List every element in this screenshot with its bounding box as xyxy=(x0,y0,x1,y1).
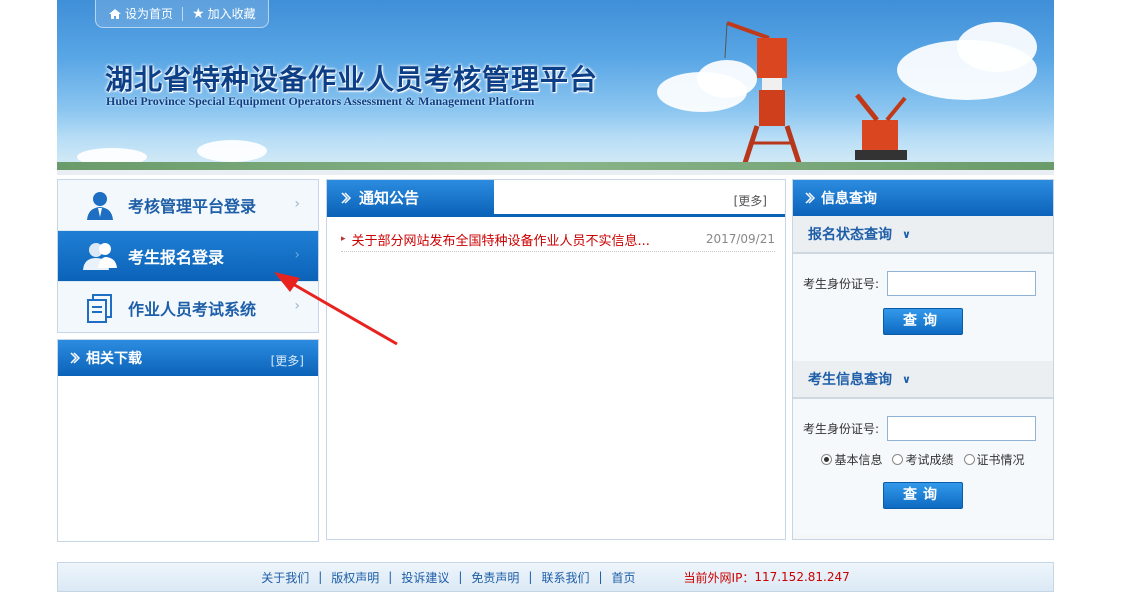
footer-link-home[interactable]: 首页 xyxy=(612,569,636,586)
footer-separator: | xyxy=(528,570,533,584)
footer-link-copyright[interactable]: 版权声明 xyxy=(331,569,379,586)
radio-basic-info[interactable]: 基本信息 xyxy=(821,451,882,468)
admin-platform-login-label: 考核管理平台登录 xyxy=(128,197,257,216)
chevron-right-icon: › xyxy=(294,247,300,263)
info-query-button[interactable]: 查询 xyxy=(883,482,963,509)
excavator-illustration xyxy=(855,93,907,160)
quick-links-divider xyxy=(182,6,184,21)
site-title-english: Hubei Province Special Equipment Operato… xyxy=(106,94,535,108)
double-chevron-icon xyxy=(341,191,351,204)
radio-exam-score-label: 考试成绩 xyxy=(905,453,954,467)
radio-unselected-icon xyxy=(963,454,975,465)
info-id-label: 考生身份证号: xyxy=(803,421,880,436)
footer-separator: | xyxy=(318,570,323,584)
set-homepage-link[interactable]: 设为首页 xyxy=(108,5,173,22)
chevron-right-icon: › xyxy=(294,298,300,314)
footer-separator: | xyxy=(598,570,603,584)
radio-certificate[interactable]: 证书情况 xyxy=(963,451,1025,468)
notice-list-item[interactable]: ▸ 关于部分网站发布全国特种设备作业人员不实信息... 2017/09/21 xyxy=(341,227,775,252)
info-type-radio-group: 基本信息 考试成绩 证书情况 xyxy=(793,451,1053,468)
status-query-title: 报名状态查询 xyxy=(808,227,892,243)
downloads-title: 相关下载 xyxy=(86,351,142,367)
notice-more-link[interactable]: [更多] xyxy=(734,192,767,209)
add-favorite-link[interactable]: ★ 加入收藏 xyxy=(192,5,256,22)
notice-item-title: 关于部分网站发布全国特种设备作业人员不实信息... xyxy=(351,233,650,249)
downloads-panel: 相关下载 [更多] xyxy=(57,339,319,542)
radio-selected-icon xyxy=(821,454,833,465)
downloads-more-link[interactable]: [更多] xyxy=(271,352,304,369)
chevron-down-icon: ∨ xyxy=(902,372,911,386)
cloud-decoration xyxy=(957,22,1037,72)
info-query-form: 考生身份证号: 基本信息 考试成绩 证书情况 查询 xyxy=(793,399,1053,535)
quick-links-bar: 设为首页 ★ 加入收藏 xyxy=(95,0,269,28)
admin-platform-login[interactable]: 考核管理平台登录 › xyxy=(58,180,318,231)
users-icon xyxy=(82,238,118,274)
chevron-right-icon: › xyxy=(294,196,300,212)
info-query-title: 考生信息查询 xyxy=(808,372,892,388)
double-chevron-icon xyxy=(70,352,80,364)
chevron-down-icon: ∨ xyxy=(902,227,911,241)
ground-strip xyxy=(57,162,1054,170)
ip-label: 当前外网IP： xyxy=(683,570,755,585)
footer-separator: | xyxy=(388,570,393,584)
status-query-button[interactable]: 查询 xyxy=(883,308,963,335)
radio-unselected-icon xyxy=(892,454,904,465)
star-icon: ★ xyxy=(192,5,205,22)
candidate-registration-login-label: 考生报名登录 xyxy=(128,248,225,267)
info-id-input[interactable] xyxy=(887,415,1036,441)
site-title: 湖北省特种设备作业人员考核管理平台 xyxy=(105,63,599,96)
operator-exam-system-label: 作业人员考试系统 xyxy=(128,299,257,319)
info-query-toggle[interactable]: 考生信息查询 ∨ xyxy=(793,361,1053,399)
footer-link-contact[interactable]: 联系我们 xyxy=(541,569,589,586)
info-id-row: 考生身份证号: xyxy=(793,415,1053,441)
status-id-row: 考生身份证号: xyxy=(793,270,1053,296)
notice-tab-bar: 通知公告 [更多] xyxy=(327,180,785,217)
crane-illustration xyxy=(724,21,802,164)
info-query-panel: 信息查询 报名状态查询 ∨ 考生身份证号: 查询 考生信息查询 ∨ 考生身份证号… xyxy=(792,179,1054,540)
documents-icon xyxy=(82,290,118,326)
notice-title: 通知公告 xyxy=(359,189,420,207)
bullet-icon: ▸ xyxy=(341,234,346,244)
radio-certificate-label: 证书情况 xyxy=(976,453,1025,467)
banner-bottom-strip xyxy=(57,170,1054,175)
double-chevron-icon xyxy=(805,192,815,204)
radio-exam-score[interactable]: 考试成绩 xyxy=(892,451,954,468)
footer-bar: 关于我们 | 版权声明 | 投诉建议 | 免责声明 | 联系我们 | 首页 当前… xyxy=(57,562,1054,592)
footer-link-complaints[interactable]: 投诉建议 xyxy=(401,569,449,586)
user-suit-icon xyxy=(82,187,118,223)
footer-separator: | xyxy=(458,570,463,584)
notice-item-date: 2017/09/21 xyxy=(705,232,775,246)
query-header: 信息查询 xyxy=(793,180,1053,216)
add-favorite-label: 加入收藏 xyxy=(207,7,256,21)
downloads-header: 相关下载 [更多] xyxy=(58,340,318,376)
notice-panel: 通知公告 [更多] ▸ 关于部分网站发布全国特种设备作业人员不实信息... 20… xyxy=(326,179,786,540)
status-query-toggle[interactable]: 报名状态查询 ∨ xyxy=(793,216,1053,254)
ip-value: 117.152.81.247 xyxy=(754,570,850,584)
login-menu: 考核管理平台登录 › 考生报名登录 › 作业人员考试系统 › xyxy=(57,179,319,333)
footer-link-about[interactable]: 关于我们 xyxy=(261,569,309,586)
radio-basic-info-label: 基本信息 xyxy=(834,453,883,467)
status-query-form: 考生身份证号: 查询 xyxy=(793,254,1053,361)
operator-exam-system[interactable]: 作业人员考试系统 › xyxy=(58,282,318,333)
cloud-decoration xyxy=(197,140,267,162)
status-id-label: 考生身份证号: xyxy=(803,276,880,291)
footer-link-disclaimer[interactable]: 免责声明 xyxy=(471,569,519,586)
query-title: 信息查询 xyxy=(821,191,877,207)
set-homepage-label: 设为首页 xyxy=(125,7,174,21)
home-icon xyxy=(109,8,121,19)
notice-tab[interactable]: 通知公告 xyxy=(327,180,494,215)
status-id-input[interactable] xyxy=(887,270,1036,296)
candidate-registration-login[interactable]: 考生报名登录 › xyxy=(58,231,318,282)
header-banner: 设为首页 ★ 加入收藏 湖北省特种设备作业人员考核管理平台 Hubei Prov… xyxy=(57,0,1054,170)
